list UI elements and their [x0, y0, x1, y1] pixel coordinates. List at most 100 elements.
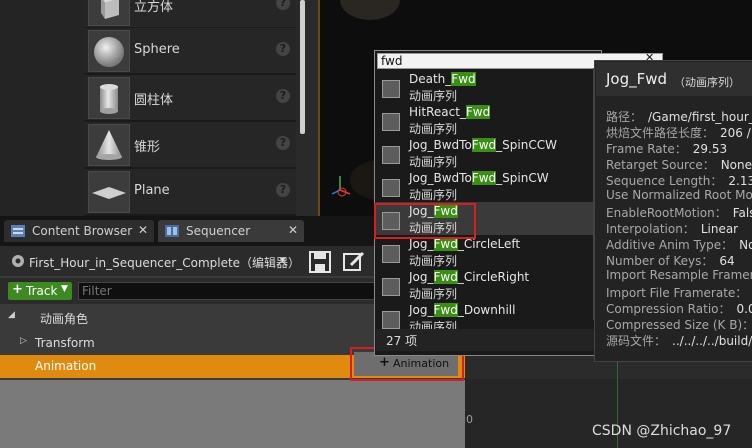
- tooltip-key: Import Resample Framerate: [606, 268, 752, 282]
- save-icon[interactable]: [309, 251, 331, 273]
- cone-icon: [88, 124, 130, 166]
- search-match-highlight: Fwd: [433, 303, 458, 317]
- anim-sequence-icon: [382, 80, 400, 98]
- cube-icon: [88, 0, 130, 26]
- edit-icon[interactable]: [343, 251, 365, 273]
- picker-item-name: Jog_BwdToFwd_SpinCCW: [409, 138, 557, 152]
- place-actor-item-sphere[interactable]: Sphere ?: [84, 28, 296, 75]
- close-icon[interactable]: ✕: [288, 223, 298, 237]
- tooltip-key: Compressed Size (K B)：: [606, 318, 752, 332]
- anim-sequence-icon: [382, 179, 400, 197]
- picker-item[interactable]: Death_Fwd 动画序列: [376, 70, 600, 103]
- tooltip-row: 源码文件： ../../../../build/: [606, 332, 752, 349]
- tooltip-key: Sequence Length：: [606, 174, 723, 188]
- place-actor-item-cube[interactable]: 立方体 ?: [84, 0, 296, 29]
- picker-item-type: 动画序列: [409, 254, 458, 268]
- tooltip-row: Frame Rate： 29.53: [606, 140, 727, 157]
- close-icon[interactable]: ✕: [138, 223, 148, 237]
- axis-gizmo-icon: [331, 176, 351, 197]
- sequence-icon: [12, 255, 24, 267]
- tooltip-row: 路径： /Game/first_hour_s: [606, 108, 752, 125]
- search-match-highlight: Fwd: [433, 237, 458, 251]
- place-actor-label: 圆柱体: [134, 93, 174, 108]
- viewport-scenery: [340, 0, 400, 20]
- place-actor-item-cone[interactable]: 锥形 ?: [84, 122, 296, 169]
- tab-content-browser[interactable]: Content Browser ✕: [4, 220, 154, 242]
- anim-sequence-icon: [382, 311, 400, 329]
- tooltip-key: Frame Rate：: [606, 142, 687, 156]
- sequence-name: First_Hour_in_Sequencer_Complete（编辑器）: [29, 256, 301, 270]
- anim-sequence-icon: [382, 113, 400, 131]
- result-count: 27 项: [386, 334, 418, 348]
- tooltip-key: Interpolation：: [606, 222, 695, 236]
- search-match-highlight: Fwd: [451, 72, 476, 86]
- sequence-dropdown-chevron-icon[interactable]: ▾: [280, 253, 286, 266]
- highlight-box: [374, 203, 476, 239]
- tooltip-row: EnableRootMotion： False: [606, 204, 752, 221]
- tab-sequencer[interactable]: Sequencer ✕: [158, 220, 304, 242]
- help-icon[interactable]: ?: [276, 42, 290, 56]
- picker-item[interactable]: Jog_BwdToFwd_SpinCW 动画序列: [376, 169, 600, 202]
- picker-item-name: Death_Fwd: [409, 72, 476, 86]
- expand-arrow-icon[interactable]: ▷: [20, 336, 27, 346]
- help-icon[interactable]: ?: [276, 183, 290, 197]
- name-prefix: HitReact_: [409, 105, 466, 119]
- chevron-down-icon: ▼: [61, 284, 68, 294]
- tree-item-label: Transform: [35, 336, 95, 350]
- anim-sequence-icon: [382, 278, 400, 296]
- tooltip-key: Use Normalized Root Motio: [606, 188, 752, 202]
- tree-item-label: 动画角色: [40, 312, 89, 326]
- timeline-tick: 0: [466, 413, 473, 426]
- name-prefix: Jog_: [409, 303, 434, 317]
- picker-item[interactable]: Jog_Fwd_CircleRight 动画序列: [376, 268, 600, 301]
- picker-item-name: Jog_Fwd_CircleRight: [409, 270, 529, 284]
- search-match-highlight: Fwd: [433, 270, 458, 284]
- tooltip-value: False: [732, 206, 752, 220]
- content-browser-icon: [11, 225, 25, 237]
- tree-item-label: Animation: [35, 359, 97, 373]
- collapse-arrow-icon[interactable]: ◢: [8, 310, 15, 320]
- tab-label: Sequencer: [186, 224, 251, 238]
- sphere-icon: [88, 30, 130, 72]
- tooltip-value: Linear: [700, 222, 739, 236]
- picker-item-type: 动画序列: [409, 122, 458, 136]
- tooltip-key: EnableRootMotion：: [606, 206, 727, 220]
- tooltip-value: None: [739, 238, 752, 252]
- tooltip-row: Sequence Length： 2.1333: [606, 172, 752, 189]
- tooltip-value: 29.53: [692, 142, 728, 156]
- place-actor-label: 锥形: [134, 140, 161, 155]
- name-suffix: _Downhill: [457, 303, 516, 317]
- place-actor-label: Plane: [134, 183, 170, 198]
- tooltip-value: 206 /: [720, 126, 751, 140]
- search-match-highlight: Fwd: [471, 138, 497, 152]
- picker-item[interactable]: HitReact_Fwd 动画序列: [376, 103, 600, 136]
- tooltip-row: Import Resample Framerate: [606, 268, 752, 282]
- picker-item-name: Jog_BwdToFwd_SpinCW: [409, 171, 549, 185]
- tab-label: Content Browser: [32, 224, 133, 238]
- tooltip-row: Compressed Size (K B)：2: [606, 316, 752, 333]
- picker-footer: 27 项: [376, 329, 598, 351]
- place-actors-scrollbar[interactable]: [300, 0, 305, 134]
- tooltip-row: Number of Keys： 64: [606, 252, 735, 269]
- place-actor-item-cylinder[interactable]: 圆柱体 ?: [84, 75, 296, 122]
- track-tree-empty-area: [0, 380, 465, 448]
- place-actor-item-plane[interactable]: Plane ?: [84, 169, 296, 216]
- help-icon[interactable]: ?: [276, 89, 290, 103]
- tooltip-value: ../../../../build/: [672, 334, 752, 348]
- tooltip-key: Compression Ratio：: [606, 302, 731, 316]
- track-button-label: Track: [26, 284, 58, 298]
- picker-item-name: HitReact_Fwd: [409, 105, 491, 119]
- name-prefix: Jog_BwdTo: [409, 138, 472, 152]
- search-match-highlight: Fwd: [465, 105, 491, 119]
- tooltip-row: Interpolation： Linear: [606, 220, 738, 237]
- help-icon[interactable]: ?: [276, 0, 290, 10]
- tooltip-value: 2.1333: [728, 174, 752, 188]
- tooltip-key: Number of Keys：: [606, 254, 714, 268]
- tooltip-type: （动画序列）: [674, 76, 740, 89]
- filter-input[interactable]: [78, 282, 386, 300]
- tooltip-title: Jog_Fwd: [606, 70, 668, 88]
- add-track-button[interactable]: + Track ▼: [8, 282, 72, 300]
- help-icon[interactable]: ?: [276, 136, 290, 150]
- picker-item[interactable]: Jog_BwdToFwd_SpinCCW 动画序列: [376, 136, 600, 169]
- picker-item[interactable]: Jog_Fwd_CircleLeft 动画序列: [376, 235, 600, 268]
